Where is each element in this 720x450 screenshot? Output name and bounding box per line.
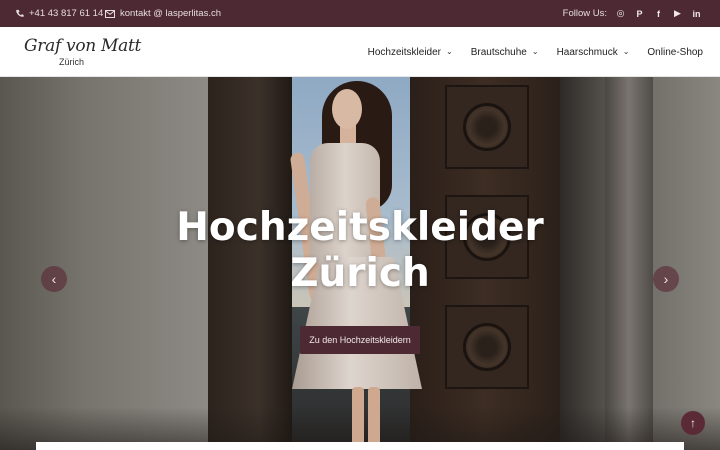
hero-cta-button[interactable]: Zu den Hochzeitskleidern (300, 326, 420, 354)
hero-title: Hochzeitskleider Zürich (0, 205, 720, 297)
model-leg (352, 387, 364, 450)
chevron-left-icon: ‹ (51, 271, 57, 287)
envelope-icon (105, 9, 115, 18)
nav-item-haarschmuck[interactable]: Haarschmuck ⌄ (557, 47, 630, 58)
nav-label: Online-Shop (647, 46, 703, 58)
youtube-icon[interactable]: ▶ (668, 0, 687, 27)
model-face (332, 89, 362, 129)
phone-number: +41 43 817 61 14 (29, 8, 104, 19)
slider-next-button[interactable]: › (653, 266, 679, 292)
instagram-icon[interactable]: ◎ (611, 0, 630, 27)
chevron-down-icon: ⌄ (531, 46, 539, 56)
hero-slider: Hochzeitskleider Zürich Zu den Hochzeits… (0, 77, 720, 450)
site-header: Graf von Matt Zürich Hochzeitskleider ⌄ … (0, 27, 720, 77)
site-logo[interactable]: Graf von Matt Zürich (24, 36, 142, 67)
top-bar: +41 43 817 61 14 kontakt @ lasperlitas.c… (0, 0, 720, 27)
facebook-icon[interactable]: f (649, 0, 668, 27)
hero-title-line: Zürich (290, 251, 430, 296)
nav-item-online-shop[interactable]: Online-Shop (647, 47, 703, 58)
linkedin-icon[interactable]: in (687, 0, 706, 27)
chevron-right-icon: › (663, 271, 669, 287)
chevron-down-icon: ⌄ (622, 46, 630, 56)
logo-brand: Graf von Matt (24, 36, 142, 56)
nav-label: Haarschmuck (556, 46, 618, 58)
door-panel (445, 85, 529, 169)
social-follow: Follow Us: ◎ P f ▶ in (563, 0, 706, 27)
email-address: kontakt @ lasperlitas.ch (120, 8, 221, 19)
scroll-to-top-button[interactable]: ↑ (681, 411, 705, 435)
chevron-down-icon: ⌄ (446, 46, 453, 56)
door-rosette (463, 103, 511, 151)
phone-contact[interactable]: +41 43 817 61 14 (15, 0, 103, 27)
model-leg (368, 387, 380, 450)
pinterest-icon[interactable]: P (630, 0, 649, 27)
nav-label: Hochzeitskleider (367, 46, 441, 58)
nav-item-brautschuhe[interactable]: Brautschuhe ⌄ (471, 47, 539, 58)
slider-prev-button[interactable]: ‹ (41, 266, 67, 292)
phone-icon (15, 9, 24, 18)
content-section-edge (36, 442, 684, 450)
email-contact[interactable]: kontakt @ lasperlitas.ch (105, 0, 221, 27)
nav-item-hochzeitskleider[interactable]: Hochzeitskleider ⌄ (368, 47, 453, 58)
arrow-up-icon: ↑ (690, 416, 696, 430)
door-panel (445, 305, 529, 389)
nav-label: Brautschuhe (470, 46, 527, 58)
hero-title-line: Hochzeitskleider (176, 205, 544, 250)
door-rosette (463, 323, 511, 371)
main-navigation: Hochzeitskleider ⌄ Brautschuhe ⌄ Haarsch… (350, 27, 703, 77)
follow-label: Follow Us: (562, 8, 607, 19)
logo-subtitle: Zürich (59, 57, 85, 67)
